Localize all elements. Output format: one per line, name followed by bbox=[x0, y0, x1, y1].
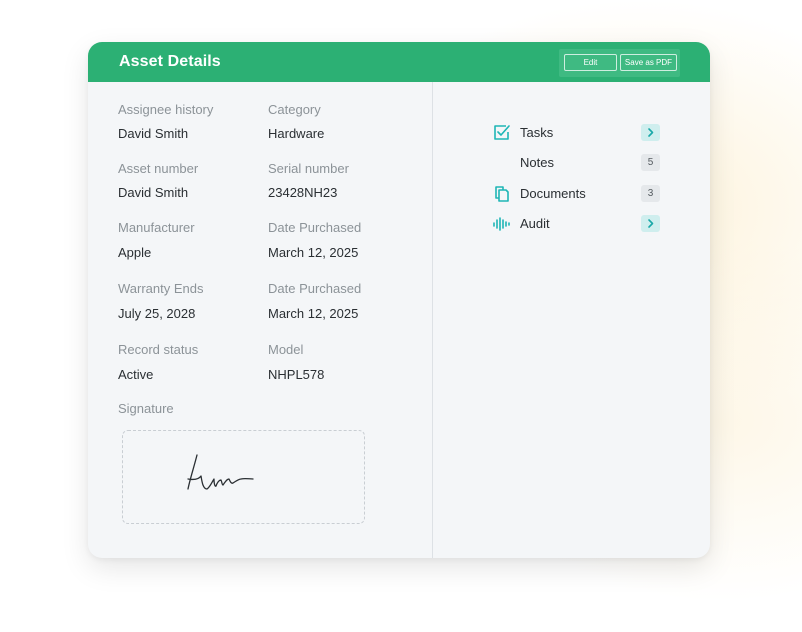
signature-image bbox=[187, 454, 254, 490]
category-label: Category bbox=[268, 102, 321, 117]
date-purchased-label: Date Purchased bbox=[268, 220, 362, 235]
notes-count-badge: 5 bbox=[641, 154, 660, 171]
signature-box bbox=[122, 430, 365, 524]
card-header: Asset Details Edit Save as PDF bbox=[88, 42, 710, 82]
date-purchased-label-2: Date Purchased bbox=[268, 281, 362, 296]
waveform-icon bbox=[493, 215, 511, 233]
nav-item-tasks[interactable]: Tasks bbox=[488, 122, 660, 144]
model-label: Model bbox=[268, 342, 304, 357]
documents-icon bbox=[493, 185, 511, 203]
assignee-history-label: Assignee history bbox=[118, 102, 214, 117]
documents-count-badge: 3 bbox=[641, 185, 660, 202]
nav-item-documents[interactable]: Documents 3 bbox=[488, 183, 660, 205]
checkbox-icon bbox=[493, 124, 511, 142]
record-status-value: Active bbox=[118, 367, 154, 382]
asset-details-card: Asset Details Edit Save as PDF Assignee … bbox=[88, 42, 710, 558]
assignee-history-value: David Smith bbox=[118, 126, 189, 141]
date-purchased-value-2: March 12, 2025 bbox=[268, 306, 359, 321]
record-status-label: Record status bbox=[118, 342, 199, 357]
category-value: Hardware bbox=[268, 126, 325, 141]
manufacturer-label: Manufacturer bbox=[118, 220, 195, 235]
warranty-ends-label: Warranty Ends bbox=[118, 281, 204, 296]
nav-label-audit: Audit bbox=[520, 216, 550, 231]
asset-number-label: Asset number bbox=[118, 161, 199, 176]
serial-number-label: Serial number bbox=[268, 161, 349, 176]
nav-label-notes: Notes bbox=[520, 155, 554, 170]
signature-label: Signature bbox=[118, 401, 174, 416]
date-purchased-value: March 12, 2025 bbox=[268, 245, 359, 260]
nav-item-notes[interactable]: Notes 5 bbox=[488, 152, 660, 174]
serial-number-value: 23428NH23 bbox=[268, 185, 338, 200]
save-as-pdf-button[interactable]: Save as PDF bbox=[620, 54, 677, 71]
asset-number-value: David Smith bbox=[118, 185, 189, 200]
warranty-ends-value: July 25, 2028 bbox=[118, 306, 196, 321]
nav-item-audit[interactable]: Audit bbox=[488, 213, 660, 235]
chevron-right-icon[interactable] bbox=[641, 215, 660, 232]
model-value: NHPL578 bbox=[268, 367, 325, 382]
chevron-right-icon[interactable] bbox=[641, 124, 660, 141]
header-actions: Edit Save as PDF bbox=[559, 49, 680, 77]
page-title: Asset Details bbox=[119, 53, 221, 70]
panel-divider bbox=[432, 82, 433, 558]
manufacturer-value: Apple bbox=[118, 245, 152, 260]
edit-button[interactable]: Edit bbox=[564, 54, 617, 71]
nav-label-tasks: Tasks bbox=[520, 125, 554, 140]
nav-label-documents: Documents bbox=[520, 186, 586, 201]
